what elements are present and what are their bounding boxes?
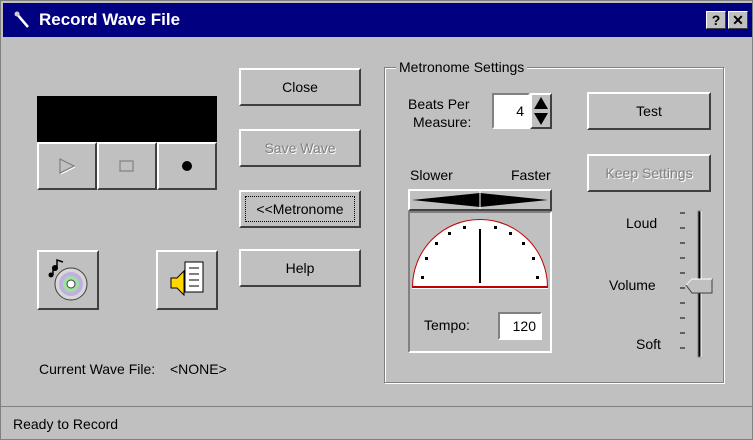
cd-disc-icon bbox=[48, 258, 88, 301]
stop-icon bbox=[119, 160, 134, 172]
spinner-arrows-icon bbox=[534, 97, 548, 125]
close-button[interactable]: Close bbox=[239, 68, 361, 106]
slower-label: Slower bbox=[410, 167, 453, 183]
volume-slider-thumb[interactable] bbox=[685, 278, 713, 294]
stop-button[interactable] bbox=[97, 142, 157, 190]
keep-settings-button[interactable]: Keep Settings bbox=[587, 154, 711, 192]
save-wave-button[interactable]: Save Wave bbox=[239, 129, 361, 167]
play-icon bbox=[59, 158, 76, 175]
help-title-button[interactable]: ? bbox=[706, 11, 726, 29]
record-icon bbox=[182, 161, 192, 171]
status-text: Ready to Record bbox=[13, 416, 119, 432]
soft-label: Soft bbox=[636, 336, 661, 352]
measure-label: Measure: bbox=[413, 114, 472, 130]
volume-slider[interactable] bbox=[676, 207, 716, 361]
metronome-dial bbox=[410, 213, 550, 289]
close-title-button[interactable]: ✕ bbox=[728, 11, 748, 29]
test-button[interactable]: Test bbox=[587, 92, 711, 130]
tempo-input[interactable]: 120 bbox=[498, 312, 542, 340]
loud-label: Loud bbox=[626, 215, 658, 231]
record-wave-window: Record Wave File ? ✕ Close Save Wave <<M… bbox=[0, 0, 753, 440]
volume-control-button[interactable] bbox=[156, 250, 218, 310]
metronome-dial-panel: Tempo: 120 bbox=[408, 211, 552, 353]
speaker-mixer-icon bbox=[170, 261, 204, 297]
cd-audio-button[interactable] bbox=[37, 250, 99, 310]
faster-label: Faster bbox=[511, 167, 551, 183]
current-wave-value: <NONE> bbox=[170, 361, 227, 377]
help-button[interactable]: Help bbox=[239, 249, 361, 287]
title-bar[interactable]: Record Wave File ? ✕ bbox=[3, 3, 752, 37]
current-wave-label: Current Wave File: bbox=[39, 361, 156, 377]
status-bar: Ready to Record bbox=[1, 406, 752, 439]
metronome-toggle-button[interactable]: <<Metronome bbox=[239, 190, 361, 228]
record-button[interactable] bbox=[157, 142, 217, 190]
volume-label: Volume bbox=[609, 277, 656, 293]
metronome-group-title: Metronome Settings bbox=[396, 59, 528, 75]
microphone-icon bbox=[14, 11, 29, 28]
beats-per-label: Beats Per bbox=[408, 96, 470, 112]
window-title: Record Wave File bbox=[39, 10, 181, 29]
tempo-label: Tempo: bbox=[424, 317, 470, 333]
level-display bbox=[37, 96, 217, 142]
beats-per-measure-input[interactable]: 4 bbox=[492, 93, 530, 129]
tempo-adjust-bar[interactable] bbox=[408, 189, 552, 211]
play-button[interactable] bbox=[37, 142, 97, 190]
tempo-wedge-icon bbox=[412, 191, 548, 209]
beats-spinner[interactable] bbox=[530, 93, 552, 129]
